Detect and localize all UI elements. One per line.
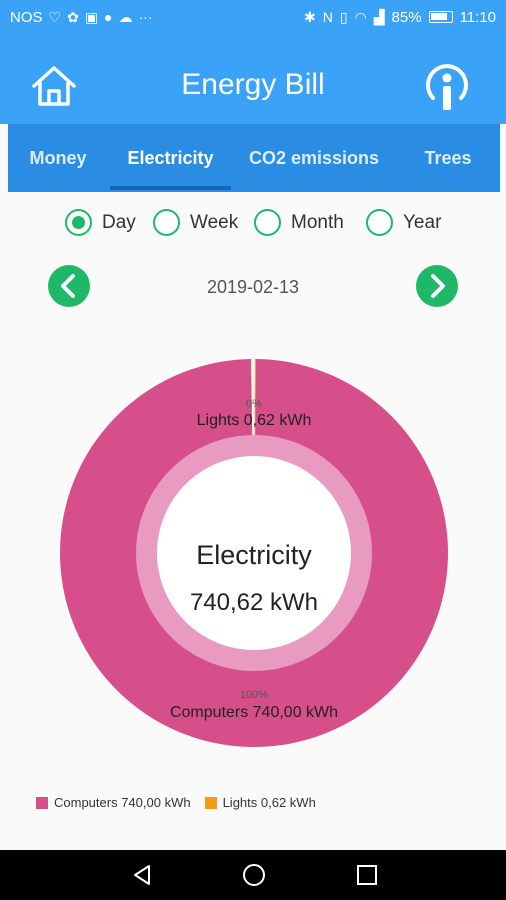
status-bar: NOS ♡ ✿ ▣ ● ☁ ··· ✱ N ▯ ◠ ▟ 85% 11:10 [0,0,506,34]
tab-bar: Money Electricity CO2 emissions Trees [8,124,500,192]
heart-icon: ♡ [48,9,62,25]
active-tab-indicator [110,186,231,190]
tab-money[interactable]: Money [8,124,108,192]
cloud-icon: ☁ [118,9,133,25]
legend-item-computers: Computers 740,00 kWh [36,795,191,810]
date-navigation: 2019-02-13 [0,265,506,309]
radio-day[interactable]: Day [65,209,136,236]
radio-week-circle[interactable] [153,209,180,236]
radio-year-circle[interactable] [366,209,393,236]
electricity-donut-chart: Electricity 740,62 kWh 0% Lights 0,62 kW… [59,359,448,747]
radio-day-label: Day [102,211,136,233]
vibrate-icon: ▯ [339,9,348,25]
chevron-right-icon [431,274,445,298]
home-nav-icon[interactable] [242,863,266,887]
bluetooth-icon: ✱ [303,9,316,25]
legend-label-lights: Lights 0,62 kWh [222,795,316,810]
slice-lights-percent: 0% [246,398,262,410]
system-navigation-bar [0,850,506,900]
radio-year-label: Year [403,211,442,233]
radio-week-label: Week [190,211,239,233]
info-button[interactable] [423,62,471,112]
nfc-icon: N [322,9,333,25]
tab-electricity[interactable]: Electricity [110,124,231,192]
legend-swatch-computers [36,796,48,809]
radio-month[interactable]: Month [254,209,344,236]
period-selector: Day Week Month Year [0,205,506,241]
bookmark-icon: ▣ [84,9,99,25]
circle-icon: ● [104,9,113,25]
more-icon: ··· [138,9,153,25]
radio-day-circle[interactable] [65,209,92,236]
next-date-button[interactable] [416,265,458,307]
clock: 11:10 [459,8,496,26]
radio-month-circle[interactable] [254,209,281,236]
slice-computers-percent: 100% [240,689,268,701]
back-icon[interactable] [130,863,154,887]
slice-lights-label: Lights 0,62 kWh [197,412,312,429]
info-icon [426,64,468,110]
center-value: 740,62 kWh [190,589,318,616]
app-header: Energy Bill [0,34,506,124]
battery-percent: 85% [391,8,422,26]
tab-trees[interactable]: Trees [406,124,490,192]
tab-co2-emissions[interactable]: CO2 emissions [240,124,388,192]
recents-icon[interactable] [355,863,379,887]
slice-computers-label: Computers 740,00 kWh [170,704,338,721]
chart-legend: Computers 740,00 kWh Lights 0,62 kWh [36,795,330,810]
battery-icon [428,11,453,23]
signal-icon: ▟ [373,9,385,25]
legend-label-computers: Computers 740,00 kWh [54,795,191,810]
carrier-label: NOS [10,8,43,26]
wifi-icon: ◠ [354,9,367,25]
legend-item-lights: Lights 0,62 kWh [204,795,316,810]
paw-icon: ✿ [67,9,79,25]
radio-week[interactable]: Week [153,209,238,236]
legend-swatch-lights [204,796,217,809]
center-title: Electricity [196,540,312,570]
radio-year[interactable]: Year [366,209,441,236]
radio-month-label: Month [291,211,344,233]
